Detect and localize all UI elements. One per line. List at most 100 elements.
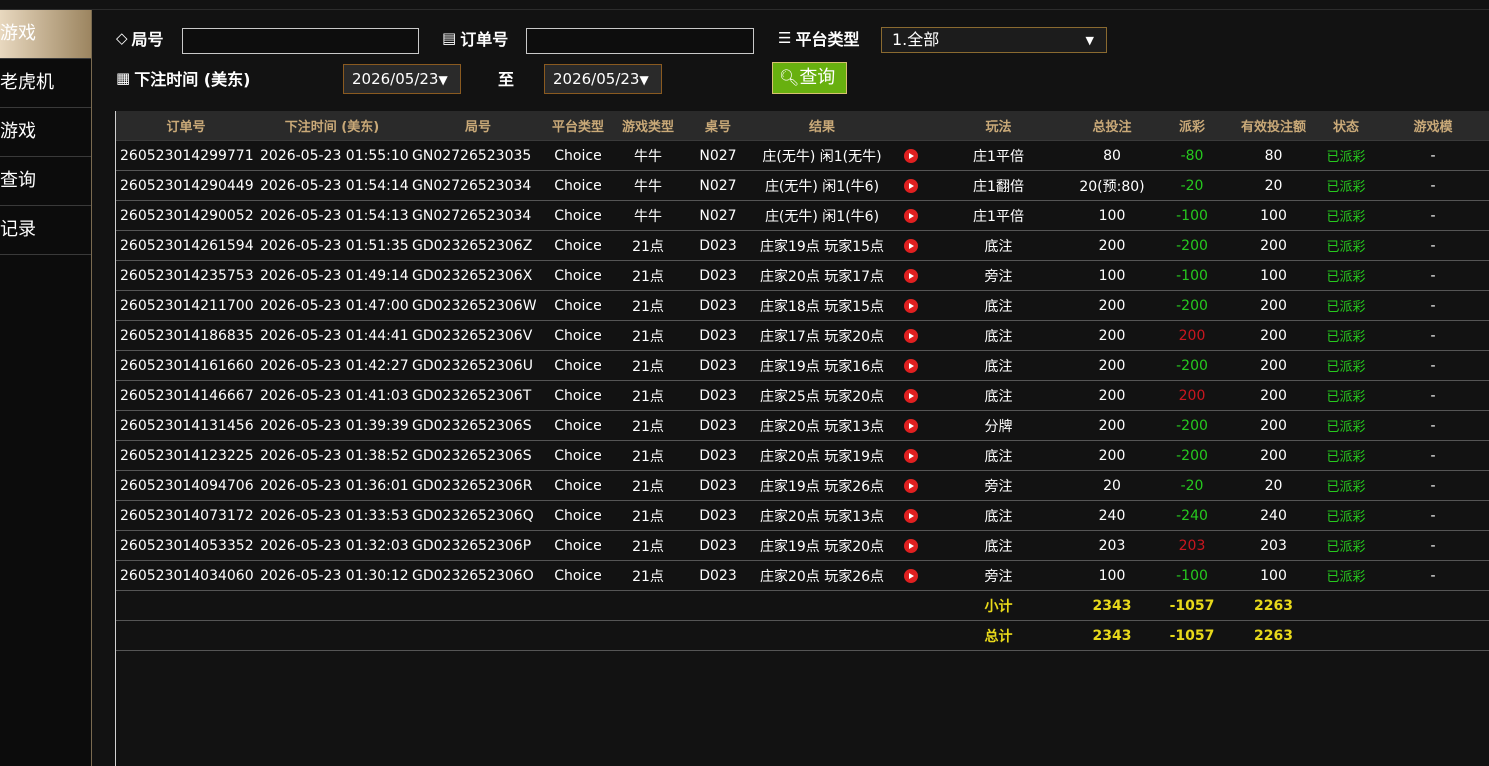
- table-row[interactable]: 260523014131456 2026-05-23 01:39:39 GD0232…: [116, 410, 1489, 441]
- cell-play: 庄1平倍: [926, 140, 1071, 171]
- cell-order: 260523014235753: [116, 260, 256, 291]
- cell-bet: 200: [1071, 230, 1153, 261]
- play-video-icon[interactable]: [904, 358, 918, 373]
- summary-cell: [748, 590, 896, 621]
- cell-payout: -20: [1153, 170, 1231, 201]
- sidebar-item-game-2[interactable]: 游戏: [0, 108, 91, 157]
- date-from-picker[interactable]: 2026/05/23▼: [343, 64, 461, 94]
- cell-payout: -200: [1153, 350, 1231, 381]
- cell-play: 旁注: [926, 560, 1071, 591]
- total-bet: 2343: [1071, 620, 1153, 651]
- table-row[interactable]: 260523014235753 2026-05-23 01:49:14 GD0232…: [116, 260, 1489, 291]
- table-row[interactable]: 260523014290449 2026-05-23 01:54:14 GN0272…: [116, 170, 1489, 201]
- cell-table: D023: [688, 470, 748, 501]
- bet-time-filter-label: ▦ 下注时间 (美东): [116, 66, 250, 90]
- replay-cell: [896, 530, 926, 561]
- table-row[interactable]: 260523014146667 2026-05-23 01:41:03 GD0232…: [116, 380, 1489, 411]
- cell-game: 21点: [608, 260, 688, 291]
- cell-time: 2026-05-23 01:51:35: [256, 230, 408, 261]
- cell-play: 底注: [926, 500, 1071, 531]
- cell-round: GD0232652306P: [408, 530, 548, 561]
- sidebar-item-game[interactable]: 游戏: [0, 10, 91, 59]
- column-header: 局号: [408, 111, 548, 141]
- cell-order: 260523014186835: [116, 320, 256, 351]
- cell-status: 已派彩: [1316, 200, 1376, 231]
- cell-play: 庄1翻倍: [926, 170, 1071, 201]
- play-video-icon[interactable]: [904, 418, 918, 433]
- sidebar-item-slots[interactable]: 老虎机: [0, 59, 91, 108]
- sidebar-item-records[interactable]: 记录: [0, 206, 91, 255]
- play-video-icon[interactable]: [904, 268, 918, 283]
- cell-mode: -: [1376, 380, 1489, 411]
- cell-bet: 80: [1071, 140, 1153, 171]
- cell-game: 牛牛: [608, 200, 688, 231]
- cell-status: 已派彩: [1316, 350, 1376, 381]
- replay-cell: [896, 440, 926, 471]
- column-header: 玩法: [926, 111, 1071, 141]
- clipboard-icon: ▤: [442, 29, 457, 47]
- cell-result: 庄家19点 玩家26点: [748, 470, 896, 501]
- platform-select[interactable]: 1.全部 ▼: [881, 27, 1107, 53]
- play-video-icon[interactable]: [904, 388, 918, 403]
- table-row[interactable]: 260523014073172 2026-05-23 01:33:53 GD0232…: [116, 500, 1489, 531]
- summary-cell: [548, 590, 608, 621]
- play-video-icon[interactable]: [904, 238, 918, 253]
- replay-cell: [896, 170, 926, 201]
- play-video-icon[interactable]: [904, 328, 918, 343]
- cell-payout: 200: [1153, 380, 1231, 411]
- cell-status: 已派彩: [1316, 140, 1376, 171]
- cell-game: 牛牛: [608, 140, 688, 171]
- summary-cell: [1316, 620, 1376, 651]
- cell-bet: 240: [1071, 500, 1153, 531]
- list-icon: ☰: [778, 29, 792, 47]
- cell-table: N027: [688, 140, 748, 171]
- cell-status: 已派彩: [1316, 410, 1376, 441]
- table-row[interactable]: 260523014161660 2026-05-23 01:42:27 GD0232…: [116, 350, 1489, 381]
- table-row[interactable]: 260523014211700 2026-05-23 01:47:00 GD0232…: [116, 290, 1489, 321]
- summary-cell: [408, 620, 548, 651]
- play-video-icon[interactable]: [904, 478, 918, 493]
- table-row[interactable]: 260523014261594 2026-05-23 01:51:35 GD0232…: [116, 230, 1489, 261]
- cell-payout: -200: [1153, 440, 1231, 471]
- play-video-icon[interactable]: [904, 508, 918, 523]
- order-input[interactable]: [526, 28, 754, 54]
- play-video-icon[interactable]: [904, 178, 918, 193]
- cell-order: 260523014034060: [116, 560, 256, 591]
- cell-platform: Choice: [548, 440, 608, 471]
- cell-game: 21点: [608, 560, 688, 591]
- play-video-icon[interactable]: [904, 538, 918, 553]
- play-video-icon[interactable]: [904, 448, 918, 463]
- summary-cell: [608, 590, 688, 621]
- table-row[interactable]: 260523014299771 2026-05-23 01:55:10 GN0272…: [116, 140, 1489, 171]
- table-row[interactable]: 260523014094706 2026-05-23 01:36:01 GD0232…: [116, 470, 1489, 501]
- cell-table: D023: [688, 530, 748, 561]
- replay-cell: [896, 380, 926, 411]
- cell-play: 底注: [926, 440, 1071, 471]
- replay-cell: [896, 320, 926, 351]
- table-row[interactable]: 260523014123225 2026-05-23 01:38:52 GD0232…: [116, 440, 1489, 471]
- total-valid: 2263: [1231, 620, 1316, 651]
- table-row[interactable]: 260523014290052 2026-05-23 01:54:13 GN0272…: [116, 200, 1489, 231]
- table-row[interactable]: 260523014186835 2026-05-23 01:44:41 GD0232…: [116, 320, 1489, 351]
- date-to-picker[interactable]: 2026/05/23▼: [544, 64, 662, 94]
- replay-cell: [896, 410, 926, 441]
- cell-status: 已派彩: [1316, 290, 1376, 321]
- play-video-icon[interactable]: [904, 208, 918, 223]
- cell-platform: Choice: [548, 200, 608, 231]
- cell-game: 21点: [608, 410, 688, 441]
- cell-game: 21点: [608, 470, 688, 501]
- cell-play: 底注: [926, 320, 1071, 351]
- query-button[interactable]: 🔍︎查询: [772, 62, 847, 94]
- cell-game: 21点: [608, 380, 688, 411]
- play-video-icon[interactable]: [904, 568, 918, 583]
- play-video-icon[interactable]: [904, 148, 918, 163]
- cell-result: 庄家20点 玩家13点: [748, 410, 896, 441]
- play-video-icon[interactable]: [904, 298, 918, 313]
- sidebar-item-query[interactable]: 查询: [0, 157, 91, 206]
- round-input[interactable]: [182, 28, 419, 54]
- cell-game: 21点: [608, 290, 688, 321]
- subtotal-label: 小计: [926, 590, 1071, 621]
- cell-valid: 100: [1231, 200, 1316, 231]
- table-row[interactable]: 260523014034060 2026-05-23 01:30:12 GD0232…: [116, 560, 1489, 591]
- table-row[interactable]: 260523014053352 2026-05-23 01:32:03 GD0232…: [116, 530, 1489, 561]
